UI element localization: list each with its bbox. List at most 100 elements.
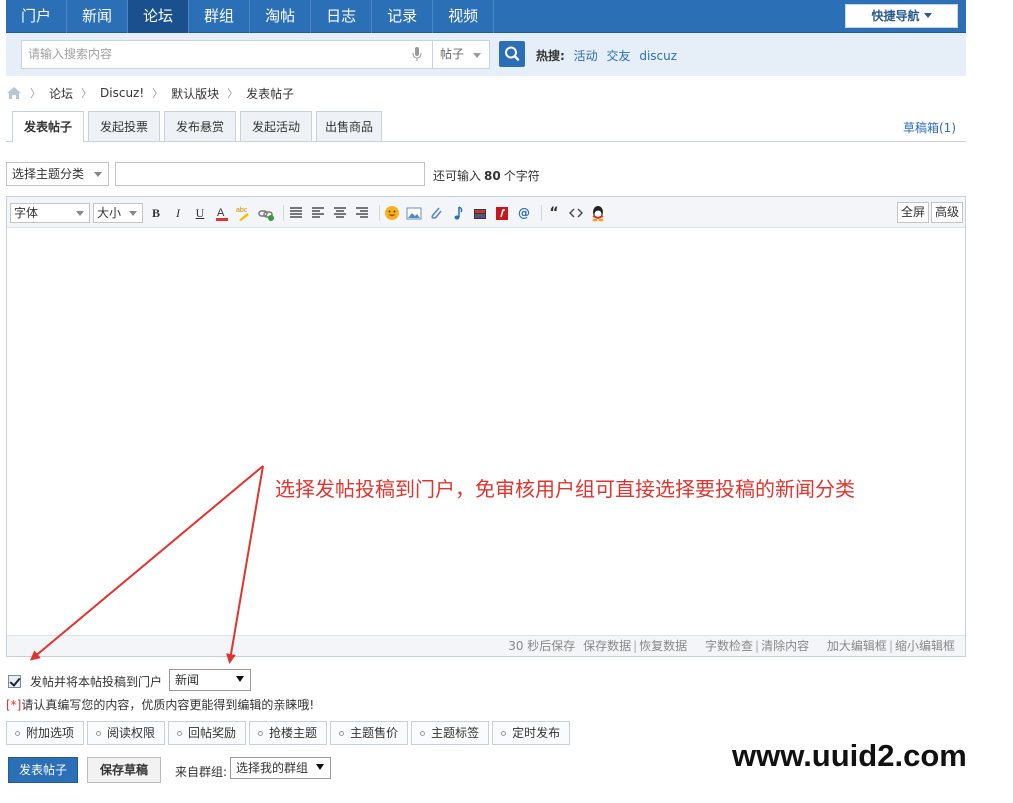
nav-item-forum[interactable]: 论坛 (128, 0, 190, 33)
breadcrumb-item[interactable]: 默认版块 (171, 85, 219, 102)
required-star: [*] (6, 698, 22, 712)
group-select[interactable]: 选择我的群组 (230, 757, 331, 779)
breadcrumb-separator-icon: 〉 (30, 87, 41, 100)
hot-search: 热搜: 活动 交友 discuz (536, 47, 677, 64)
rich-text-editor: 字体 大小 B I U A abc @ “ 全屏 高级 30 秒后保存 保存数据… (6, 196, 966, 657)
svg-text:A: A (217, 207, 225, 219)
underline-icon[interactable]: U (191, 204, 209, 222)
drafts-link[interactable]: 草稿箱(1) (903, 119, 956, 136)
font-color-icon[interactable]: A (213, 204, 231, 222)
font-family-select[interactable]: 字体 (10, 203, 90, 223)
image-icon[interactable] (405, 204, 423, 222)
nav-item-record[interactable]: 记录 (372, 0, 434, 33)
fullscreen-button[interactable]: 全屏 (897, 202, 930, 223)
option-floor-grab[interactable]: 抢楼主题 (249, 721, 328, 745)
bullet-icon (258, 730, 264, 736)
option-label: 阅读权限 (107, 726, 156, 740)
option-thread-price[interactable]: 主题售价 (330, 721, 409, 745)
align-center-icon[interactable] (331, 204, 349, 222)
microphone-icon[interactable] (412, 47, 422, 62)
option-read-permission[interactable]: 阅读权限 (87, 721, 166, 745)
chevron-down-icon (94, 172, 102, 177)
group-select-value: 选择我的群组 (236, 761, 309, 775)
nav-item-blog[interactable]: 日志 (311, 0, 373, 33)
search-scope-value: 帖子 (440, 47, 465, 61)
align-left-icon[interactable] (309, 204, 327, 222)
tab-reward[interactable]: 发布悬赏 (164, 111, 236, 142)
option-extra[interactable]: 附加选项 (6, 721, 85, 745)
tab-poll[interactable]: 发起投票 (88, 111, 160, 142)
portal-category-select[interactable]: 新闻 (169, 669, 251, 691)
search-input[interactable]: 请输入搜索内容 (21, 40, 432, 69)
search-scope-select[interactable]: 帖子 (432, 40, 490, 69)
remaining-prefix: 还可输入 (433, 169, 482, 183)
tab-trade[interactable]: 出售商品 (316, 111, 382, 142)
home-icon[interactable] (6, 86, 22, 100)
nav-item-group[interactable]: 群组 (189, 0, 251, 33)
at-icon[interactable]: @ (515, 204, 533, 222)
option-thread-tags[interactable]: 主题标签 (411, 721, 490, 745)
search-button[interactable] (499, 41, 525, 67)
align-right-icon[interactable] (353, 204, 371, 222)
italic-icon[interactable]: I (169, 204, 187, 222)
hot-term-link[interactable]: discuz (639, 49, 677, 63)
thread-type-select[interactable]: 选择主题分类 (6, 162, 109, 186)
video-icon[interactable] (471, 204, 489, 222)
font-size-select[interactable]: 大小 (93, 203, 143, 223)
tab-new-thread[interactable]: 发表帖子 (12, 111, 84, 143)
nav-item-news[interactable]: 新闻 (67, 0, 129, 33)
code-icon[interactable] (567, 204, 585, 222)
option-scheduled-publish[interactable]: 定时发布 (492, 721, 571, 745)
editor-content-area[interactable] (7, 229, 965, 635)
bullet-icon (501, 730, 507, 736)
breadcrumb-item[interactable]: Discuz! (100, 86, 144, 100)
quote-icon[interactable]: “ (545, 204, 563, 222)
option-label: 主题标签 (431, 726, 480, 740)
music-icon[interactable] (449, 204, 467, 222)
content-notice: [*]请认真编写您的内容，优质内容更能得到编辑的亲睐哦! (6, 696, 314, 713)
option-reply-reward[interactable]: 回帖奖励 (168, 721, 247, 745)
submit-post-button[interactable]: 发表帖子 (8, 757, 78, 783)
subject-input[interactable] (115, 162, 425, 186)
quick-nav-label: 快捷导航 (871, 9, 920, 23)
word-check-link[interactable]: 字数检查 (705, 639, 753, 653)
nav-items: 门户 新闻 论坛 群组 淘帖 日志 记录 视频 (6, 0, 495, 33)
quick-nav-button[interactable]: 快捷导航 (845, 4, 958, 28)
font-family-value: 字体 (14, 206, 39, 220)
attachment-icon[interactable] (427, 204, 445, 222)
editor-status-bar: 30 秒后保存 保存数据 | 恢复数据 字数检查 | 清除内容 加大编辑框 | 缩小编辑框 (7, 635, 965, 656)
background-color-icon[interactable]: abc (235, 204, 253, 222)
shrink-editor-link[interactable]: 缩小编辑框 (895, 639, 955, 653)
status-separator: | (888, 639, 893, 653)
annotation-text: 选择发帖投稿到门户，免审核用户组可直接选择要投稿的新闻分类 (275, 477, 855, 501)
nav-item-portal[interactable]: 门户 (6, 0, 68, 33)
toolbar-divider (541, 205, 542, 221)
nav-item-video[interactable]: 视频 (433, 0, 495, 33)
enlarge-editor-link[interactable]: 加大编辑框 (827, 639, 887, 653)
nav-item-collection[interactable]: 淘帖 (250, 0, 312, 33)
autosave-countdown: 30 秒后保存 (508, 639, 576, 653)
save-draft-button[interactable]: 保存草稿 (87, 757, 161, 783)
clear-content-link[interactable]: 清除内容 (761, 639, 809, 653)
status-separator: | (755, 639, 760, 653)
justify-icon[interactable] (287, 204, 305, 222)
subject-remaining: 还可输入 80 个字符 (433, 167, 540, 184)
option-label: 附加选项 (26, 726, 75, 740)
breadcrumb-item[interactable]: 论坛 (49, 85, 73, 102)
qq-icon[interactable] (589, 204, 607, 222)
hot-term-link[interactable]: 交友 (606, 49, 630, 63)
link-icon[interactable] (257, 204, 275, 222)
portal-submit-checkbox[interactable] (8, 674, 21, 688)
advanced-mode-button[interactable]: 高级 (931, 202, 964, 223)
save-data-link[interactable]: 保存数据 (583, 639, 631, 653)
from-group-label: 来自群组: (175, 765, 228, 779)
breadcrumb-separator-icon: 〉 (227, 87, 239, 100)
smiley-icon[interactable] (383, 204, 401, 222)
restore-data-link[interactable]: 恢复数据 (639, 639, 687, 653)
breadcrumb: 〉 论坛 〉 Discuz! 〉 默认版块 〉 发表帖子 (6, 85, 294, 101)
tab-activity[interactable]: 发起活动 (240, 111, 312, 142)
flash-icon[interactable] (493, 204, 511, 222)
bold-icon[interactable]: B (147, 204, 165, 222)
hot-term-link[interactable]: 活动 (574, 49, 598, 63)
bullet-icon (15, 730, 20, 736)
